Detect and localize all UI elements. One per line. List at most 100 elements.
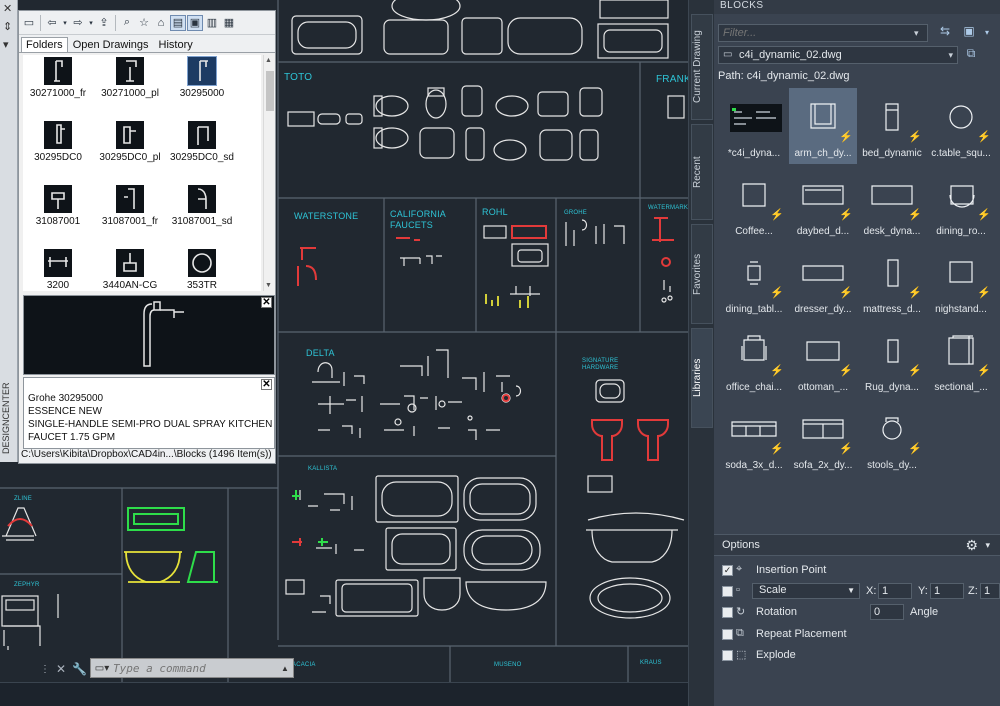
block-item[interactable]: ⚡ bed_dynamic	[858, 88, 926, 164]
options-header[interactable]: Options ⚙ ▾	[714, 534, 1000, 556]
dynamic-block-icon: ⚡	[770, 209, 784, 221]
block-item[interactable]: ⚡ stools_dy...	[858, 400, 926, 476]
dc-block-item[interactable]: 3200	[23, 247, 93, 291]
block-item[interactable]: ⚡ nighstand...	[927, 244, 995, 320]
view-icon[interactable]: ▣	[960, 24, 978, 42]
chevron-down-icon[interactable]: ▾	[985, 540, 990, 551]
autohide-icon[interactable]: ⇕	[3, 20, 12, 33]
block-item[interactable]: ⚡ ottoman_...	[789, 322, 857, 398]
scale-x-input[interactable]	[878, 583, 912, 599]
dc-thumbnail-shape	[54, 60, 63, 82]
angle-input[interactable]	[870, 604, 904, 620]
block-item[interactable]: ⚡ dining_ro...	[927, 166, 995, 242]
command-input[interactable]	[113, 661, 281, 675]
insertion-point-checkbox[interactable]: ✓	[722, 565, 733, 576]
view-dropdown-icon[interactable]: ▾	[978, 28, 996, 46]
search-icon[interactable]: ⌕	[119, 15, 135, 31]
gear-icon[interactable]: ⚙	[965, 537, 978, 554]
block-item[interactable]: *c4i_dyna...	[720, 88, 788, 164]
scrollbar-thumb[interactable]	[266, 71, 274, 111]
scale-checkbox[interactable]	[722, 586, 733, 597]
dc-block-item[interactable]: 31087001	[23, 183, 93, 243]
cad-label-museno: MUSENO	[494, 662, 522, 668]
dc-block-item[interactable]: 30295DC0_sd	[167, 119, 237, 179]
dc-block-item[interactable]: 30295DC0_pl	[95, 119, 165, 179]
dc-block-item[interactable]: 30295DC0	[23, 119, 93, 179]
load-icon[interactable]: ▭	[21, 15, 37, 31]
back-icon[interactable]: ⇦	[44, 15, 60, 31]
views-icon[interactable]: ▦	[221, 15, 237, 31]
dc-block-item[interactable]: 30271000_pl	[95, 55, 165, 115]
cad-label-signature: SIGNATURE	[582, 358, 619, 364]
tab-favorites[interactable]: Favorites	[691, 224, 713, 324]
block-item[interactable]: ⚡ Coffee...	[720, 166, 788, 242]
rotation-checkbox[interactable]	[722, 607, 733, 618]
dc-thumbnail-shape	[123, 253, 137, 272]
block-item[interactable]: ⚡ Rug_dyna...	[858, 322, 926, 398]
block-item[interactable]: ⚡ office_chai...	[720, 322, 788, 398]
scale-select[interactable]: Scale ▼	[752, 583, 860, 599]
tab-open-drawings[interactable]: Open Drawings	[68, 37, 154, 52]
block-item[interactable]: ⚡ mattress_d...	[858, 244, 926, 320]
dc-block-thumbnail	[44, 249, 72, 277]
block-item[interactable]: ⚡ dining_tabl...	[720, 244, 788, 320]
customize-icon[interactable]: 🔧	[72, 662, 87, 676]
browse-library-icon[interactable]: ⧉	[962, 46, 980, 64]
dc-block-thumbnail	[116, 249, 144, 277]
cad-label-grohe: GROHE	[564, 210, 588, 216]
close-icon[interactable]: ✕	[3, 2, 12, 15]
dc-block-name: 30271000_pl	[101, 88, 159, 99]
library-file-select[interactable]: ▭ c4i_dynamic_02.dwg ▾	[718, 46, 958, 64]
tab-recent[interactable]: Recent	[691, 124, 713, 220]
preview-toggle-icon[interactable]: ▣	[187, 14, 203, 31]
block-item[interactable]: ⚡ sectional_...	[927, 322, 995, 398]
favorites-icon[interactable]: ☆	[136, 15, 152, 31]
block-item[interactable]: ⚡ c.table_squ...	[927, 88, 995, 164]
block-item[interactable]: ⚡ soda_3x_d...	[720, 400, 788, 476]
dc-block-item[interactable]: 3440AN-CG	[95, 247, 165, 291]
explode-label: Explode	[756, 649, 796, 661]
sync-icon[interactable]: ⇆	[936, 24, 954, 42]
block-item[interactable]: ⚡ dresser_dy...	[789, 244, 857, 320]
dc-block-item[interactable]: 31087001_fr	[95, 183, 165, 243]
scroll-up-icon[interactable]: ▲	[265, 57, 272, 64]
recent-commands-icon[interactable]: ▭▾	[91, 663, 113, 674]
block-item[interactable]: ⚡ arm_ch_dy...	[789, 88, 857, 164]
description-toggle-icon[interactable]: ▥	[204, 15, 220, 31]
designcenter-title-bar[interactable]: ✕ ⇕ ▾ DESIGNCENTER	[0, 0, 18, 462]
close-preview-icon[interactable]: ✕	[261, 297, 272, 308]
close-command-icon[interactable]: ✕	[56, 662, 66, 676]
command-history-icon[interactable]: ▲	[281, 664, 293, 673]
explode-checkbox[interactable]	[722, 650, 733, 661]
z-label: Z:	[968, 585, 978, 597]
scale-z-input[interactable]	[980, 583, 1000, 599]
dc-block-item[interactable]: 30295000	[167, 55, 237, 115]
up-folder-icon[interactable]: ⇪	[96, 15, 112, 31]
cad-label-california: CALIFORNIA	[390, 209, 447, 219]
content-scrollbar[interactable]: ▲ ▼	[263, 55, 275, 291]
back-dropdown-icon[interactable]: ▾	[61, 15, 69, 31]
block-item[interactable]: ⚡ daybed_d...	[789, 166, 857, 242]
filter-dropdown-icon[interactable]: ▾	[914, 28, 919, 39]
tab-history[interactable]: History	[154, 37, 198, 52]
block-item[interactable]: ⚡ desk_dyna...	[858, 166, 926, 242]
close-description-icon[interactable]: ✕	[261, 379, 272, 390]
dc-block-item[interactable]: 353TR	[167, 247, 237, 291]
filter-input[interactable]	[718, 24, 928, 42]
tree-view-toggle-icon[interactable]: ▤	[170, 14, 186, 31]
dc-block-item[interactable]: 30271000_fr	[23, 55, 93, 115]
forward-icon[interactable]: ⇨	[70, 15, 86, 31]
cad-label-delta: DELTA	[306, 348, 335, 358]
scale-y-input[interactable]	[930, 583, 964, 599]
tab-current-drawing[interactable]: Current Drawing	[691, 14, 713, 120]
tab-libraries[interactable]: Libraries	[691, 328, 713, 428]
home-icon[interactable]: ⌂	[153, 15, 169, 31]
dc-block-item[interactable]: 31087001_sd	[167, 183, 237, 243]
repeat-placement-checkbox[interactable]	[722, 629, 733, 640]
block-item[interactable]: ⚡ sofa_2x_dy...	[789, 400, 857, 476]
tab-folders[interactable]: Folders	[21, 37, 68, 52]
properties-icon[interactable]: ▾	[3, 38, 9, 51]
forward-dropdown-icon[interactable]: ▾	[87, 15, 95, 31]
grip-icon[interactable]: ⋮	[40, 664, 50, 675]
scroll-down-icon[interactable]: ▼	[265, 282, 272, 289]
